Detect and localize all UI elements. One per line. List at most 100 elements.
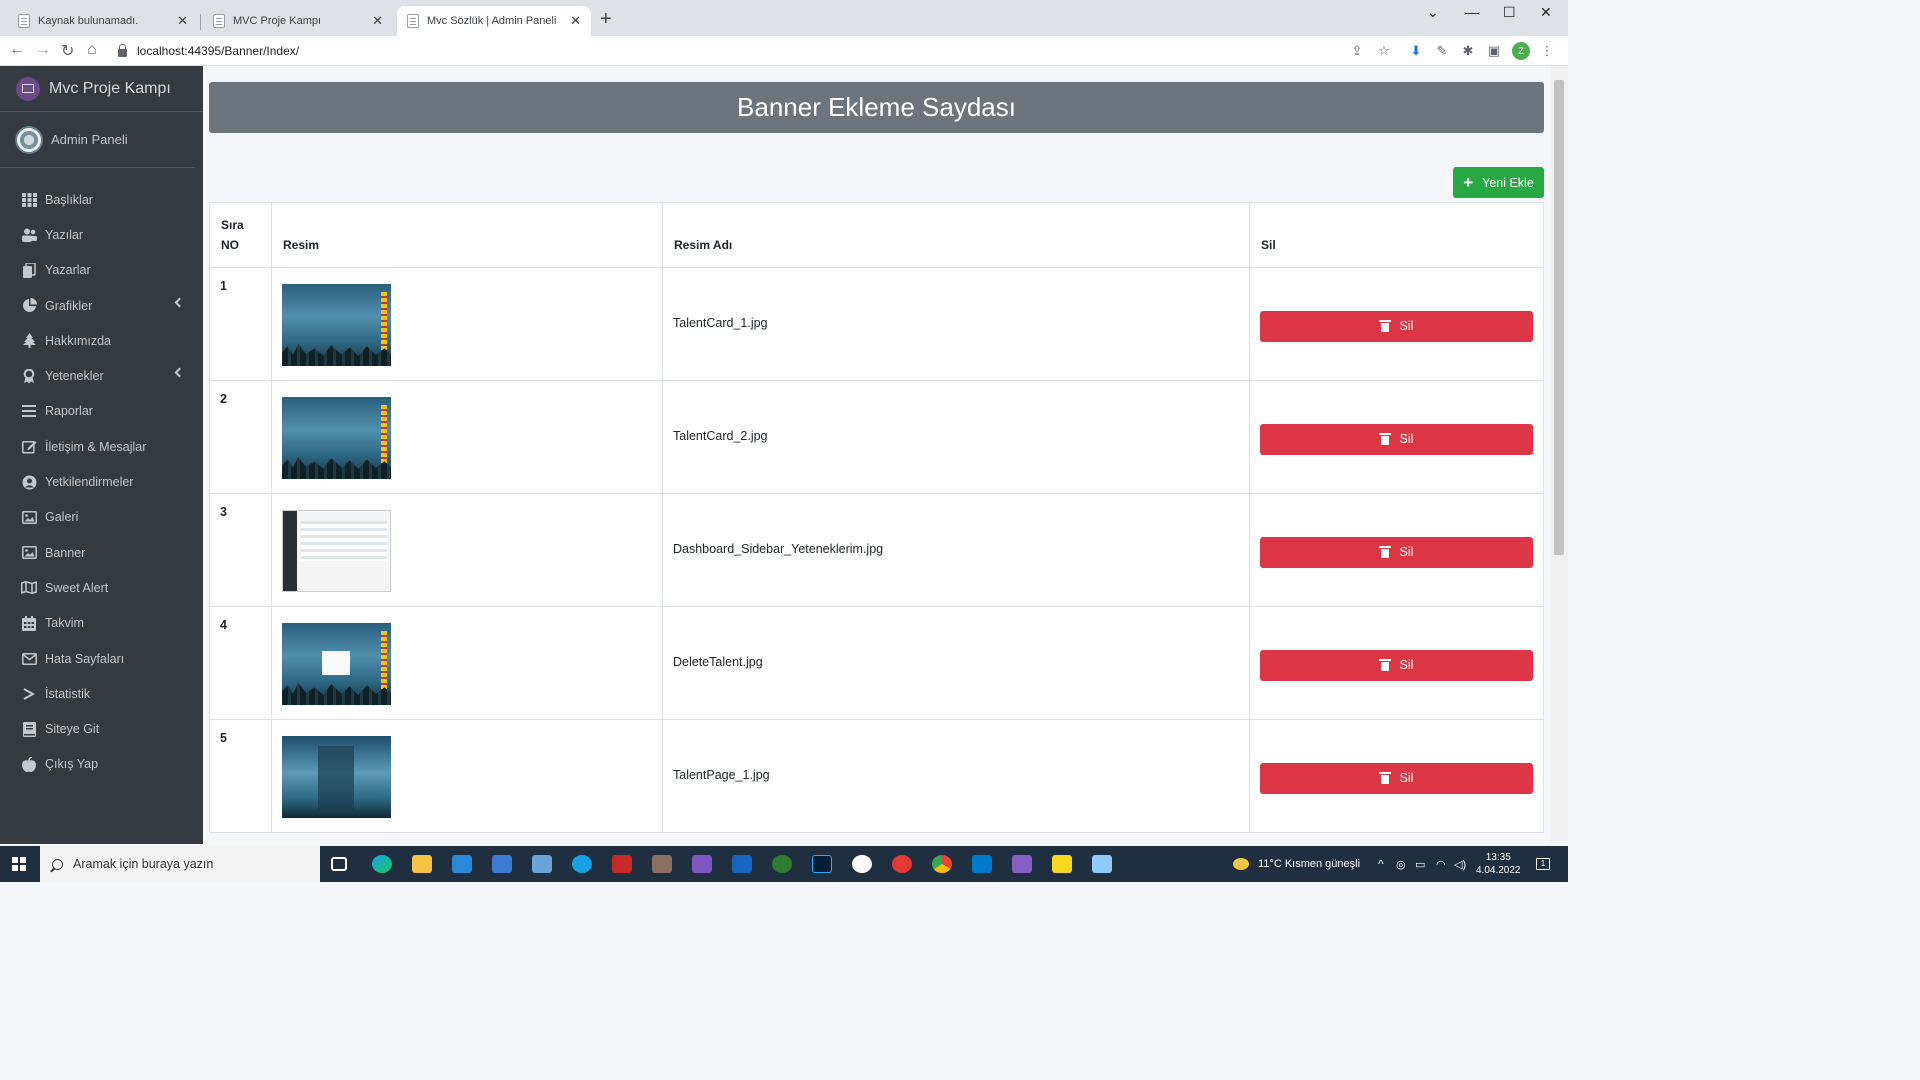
photoshop-icon[interactable]	[812, 855, 832, 873]
row-image-cell	[271, 267, 663, 381]
brand-link[interactable]: Mvc Proje Kampı	[0, 66, 203, 112]
home-icon[interactable]: ⌂	[87, 41, 97, 59]
sidebar-item-hata-sayfalari[interactable]: Hata Sayfaları	[0, 641, 203, 676]
app-icon[interactable]	[652, 855, 672, 873]
close-icon[interactable]: ✕	[372, 13, 383, 29]
new-tab-button[interactable]: +	[600, 9, 612, 29]
maximize-icon[interactable]: ☐	[1503, 4, 1516, 21]
back-icon[interactable]: ←	[9, 41, 25, 59]
edge-icon[interactable]	[372, 855, 392, 873]
app-icon[interactable]	[1052, 855, 1072, 873]
close-icon[interactable]: ✕	[177, 13, 188, 29]
row-image-cell	[271, 606, 663, 720]
sidebar-item-cikis-yap[interactable]: Çıkış Yap	[0, 747, 203, 782]
file-explorer-icon[interactable]	[412, 855, 432, 873]
row-action-cell: Sil	[1249, 267, 1544, 381]
table-row: 3 Dashboard_Sidebar_Yeteneklerim.jpg Sil	[209, 493, 1544, 607]
weather-widget[interactable]: 11°C Kısmen güneşli	[1233, 846, 1360, 882]
sidebar-item-iletisim[interactable]: İletişim & Mesajlar	[0, 429, 203, 464]
sidebar-item-sweet-alert[interactable]: Sweet Alert	[0, 570, 203, 605]
app-icon[interactable]	[772, 855, 792, 873]
delete-button[interactable]: Sil	[1260, 649, 1533, 681]
sidebar-item-siteye-git[interactable]: Siteye Git	[0, 711, 203, 746]
delete-button[interactable]: Sil	[1260, 536, 1533, 568]
main-content: Banner Ekleme Saydası + Yeni Ekle Sıra N…	[203, 66, 1551, 844]
download-icon[interactable]: ⬇	[1408, 43, 1424, 59]
banner-thumbnail	[282, 510, 391, 592]
close-icon[interactable]: ✕	[570, 13, 581, 29]
row-image-name: TalentCard_2.jpg	[662, 380, 1250, 494]
tab-title: MVC Proje Kampı	[233, 15, 322, 27]
window-close-icon[interactable]: ✕	[1540, 4, 1552, 21]
sidebar-item-yetkilendirmeler[interactable]: Yetkilendirmeler	[0, 464, 203, 499]
address-bar: ← → ↻ ⌂ localhost:44395/Banner/Index/ ⇪ …	[0, 36, 1568, 66]
trash-icon	[1378, 320, 1391, 332]
tray-icon[interactable]: ◎	[1396, 846, 1406, 882]
sidebar-item-banner[interactable]: Banner	[0, 535, 203, 570]
sidebar-item-yazarlar[interactable]: Yazarlar	[0, 253, 203, 288]
visual-studio-icon[interactable]	[1012, 855, 1032, 873]
sidebar-item-istatistik[interactable]: İstatistik	[0, 676, 203, 711]
bars-icon	[21, 403, 37, 419]
scrollbar-thumb[interactable]	[1554, 80, 1564, 555]
battery-icon[interactable]: ▭	[1415, 846, 1425, 882]
delete-button[interactable]: Sil	[1260, 762, 1533, 794]
tab-mvc-proje[interactable]: MVC Proje Kampı ✕	[203, 6, 393, 36]
taskbar-search[interactable]: Aramak için buraya yazın	[40, 846, 320, 882]
sidebar-item-label: Yazılar	[45, 227, 83, 242]
menu-dots-icon[interactable]: ⋮	[1539, 43, 1555, 59]
eyedropper-icon[interactable]: ✎	[1434, 43, 1450, 59]
sidebar-item-hakkimizda[interactable]: Hakkımızda	[0, 323, 203, 358]
solidworks-icon[interactable]	[612, 855, 632, 873]
star-icon[interactable]: ☆	[1376, 43, 1392, 59]
devc-icon[interactable]	[732, 855, 752, 873]
app-icon[interactable]	[692, 855, 712, 873]
delete-button[interactable]: Sil	[1260, 310, 1533, 342]
page-scrollbar[interactable]	[1551, 66, 1568, 844]
delete-button[interactable]: Sil	[1260, 423, 1533, 455]
sidebar-item-takvim[interactable]: Takvim	[0, 606, 203, 641]
task-view-icon[interactable]	[331, 857, 347, 871]
side-panel-icon[interactable]: ▣	[1486, 43, 1502, 59]
notepad-icon[interactable]	[1092, 855, 1112, 873]
calendar-icon	[21, 615, 37, 631]
weather-text: 11°C Kısmen güneşli	[1258, 858, 1361, 870]
store-icon[interactable]	[452, 855, 472, 873]
wifi-icon[interactable]: ◠	[1436, 846, 1446, 882]
sidebar-item-grafikler[interactable]: Grafikler	[0, 288, 203, 323]
sidebar-item-label: İstatistik	[45, 686, 91, 701]
minimize-icon[interactable]: —	[1465, 4, 1479, 20]
sidebar-item-label: Sweet Alert	[45, 580, 109, 595]
mail-icon[interactable]	[492, 855, 512, 873]
reload-icon[interactable]: ↻	[61, 41, 74, 61]
sidebar-item-basliklar[interactable]: Başlıklar	[0, 182, 203, 217]
sidebar-item-raporlar[interactable]: Raporlar	[0, 394, 203, 429]
tab-search-icon[interactable]: ⌄	[1427, 4, 1439, 21]
sidebar-item-galeri[interactable]: Galeri	[0, 500, 203, 535]
volume-icon[interactable]: ◁)	[1454, 846, 1466, 882]
app-icon[interactable]	[532, 855, 552, 873]
forward-icon[interactable]: →	[35, 41, 51, 59]
tab-kaynak[interactable]: Kaynak bulunamadı. ✕	[8, 6, 198, 36]
tab-admin-paneli[interactable]: Mvc Sözlük | Admin Paneli ✕	[397, 6, 591, 36]
app-icon[interactable]	[852, 855, 872, 873]
share-icon[interactable]: ⇪	[1349, 43, 1365, 59]
app-c-icon[interactable]	[572, 855, 592, 873]
weather-icon	[1233, 858, 1249, 870]
opera-icon[interactable]	[892, 855, 912, 873]
image-icon	[21, 545, 37, 561]
taskbar-clock[interactable]: 13:35 4.04.2022	[1476, 851, 1521, 877]
notification-icon[interactable]: 1	[1536, 846, 1550, 882]
extensions-icon[interactable]: ✱	[1460, 43, 1476, 59]
chrome-icon[interactable]	[932, 855, 952, 873]
tray-chevron-icon[interactable]: ^	[1378, 846, 1384, 882]
sidebar-item-yazilar[interactable]: Yazılar	[0, 217, 203, 252]
add-new-button[interactable]: + Yeni Ekle	[1453, 167, 1544, 198]
url-field[interactable]: localhost:44395/Banner/Index/	[118, 40, 299, 62]
sidebar-item-yetenekler[interactable]: Yetenekler	[0, 358, 203, 393]
windows-start-icon[interactable]	[12, 857, 26, 871]
user-panel[interactable]: Admin Paneli	[0, 112, 195, 168]
profile-avatar[interactable]: Z	[1512, 42, 1530, 60]
vscode-icon[interactable]	[972, 855, 992, 873]
search-placeholder: Aramak için buraya yazın	[73, 857, 214, 871]
